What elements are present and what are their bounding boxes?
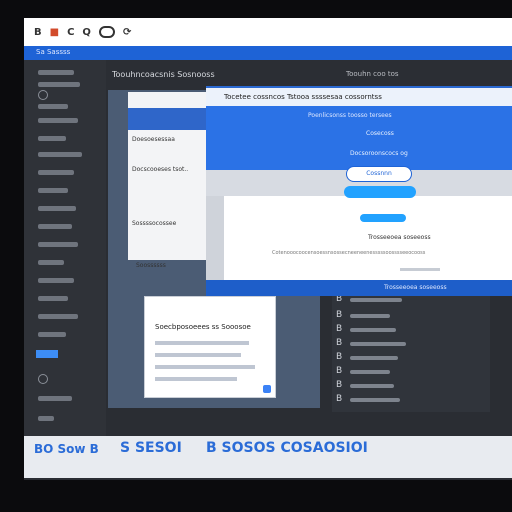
card-row-1: Doesoesessaa [132, 136, 175, 143]
nav-circle-icon[interactable] [38, 90, 48, 100]
list-item[interactable] [350, 342, 406, 346]
sidebar-item[interactable] [38, 136, 66, 141]
taskbar-right-text[interactable]: B SOSOS COSAOSIOI [206, 440, 368, 456]
sidebar-item[interactable] [38, 118, 78, 123]
dialog-body: Poenlicsonss toosso tersees Cosecoss Doc… [206, 106, 512, 170]
title-bar: Sa Sassss [24, 46, 512, 60]
refresh-icon[interactable]: ⟳ [123, 27, 131, 38]
list-item[interactable] [350, 356, 398, 360]
dialog-header: Tocetee cossncos Tstooa ssssesaa cossorn… [206, 88, 512, 106]
sidebar [24, 60, 106, 440]
sidebar-item[interactable] [38, 260, 64, 265]
list-item[interactable] [350, 298, 402, 302]
toggle-icon[interactable] [98, 26, 115, 38]
page-title: Toouhncoacsnis Sosnooss [112, 70, 215, 79]
list-item[interactable] [350, 398, 400, 402]
card-header [128, 108, 206, 130]
header-right-label: Toouhn coo tos [346, 70, 399, 78]
card-row-2: Docscooeses tsot.. [132, 166, 189, 173]
sidebar-item[interactable] [38, 416, 54, 421]
sidebar-item[interactable] [38, 70, 74, 75]
dialog-side [206, 196, 224, 280]
sidebar-item[interactable] [38, 242, 78, 247]
screen-bezel [0, 480, 512, 512]
taskbar: BO Sow B S SESOI B SOSOS COSAOSIOI [24, 436, 512, 478]
dialog-body-label: Trosseeoea soseeoss [368, 234, 431, 241]
list-item-marker: B [336, 324, 343, 334]
list-item-marker: B [336, 394, 343, 404]
dialog-body-line: Cotenooocoocensoessnsossecneeneenessssso… [272, 250, 426, 256]
list-item-marker: B [336, 338, 343, 348]
list-item[interactable] [350, 328, 396, 332]
dialog-line-2: Cosecoss [366, 130, 394, 137]
list-item[interactable] [350, 314, 390, 318]
browser-toolbar: B ■ C Q ⟳ [24, 18, 512, 46]
dialog-line-1: Poenlicsonss toosso tersees [308, 112, 392, 119]
sidebar-item[interactable] [38, 170, 74, 175]
sidebar-item[interactable] [38, 314, 78, 319]
taskbar-mid-text[interactable]: S SESOI [120, 440, 182, 456]
bubble-title: Soecbposoeees ss Sooosoe [155, 323, 251, 331]
sidebar-item[interactable] [38, 82, 80, 87]
send-icon[interactable] [263, 385, 271, 393]
sidebar-item[interactable] [38, 296, 68, 301]
toolbar-c-button[interactable]: C [67, 27, 74, 38]
sidebar-item[interactable] [38, 188, 68, 193]
list-item[interactable] [350, 384, 394, 388]
list-item-marker: B [336, 380, 343, 390]
sidebar-item[interactable] [38, 396, 72, 401]
sidebar-item[interactable] [38, 104, 68, 109]
card-row-4: Soossssss [136, 262, 166, 269]
tertiary-button[interactable] [360, 214, 406, 222]
sidebar-item-active[interactable] [36, 350, 58, 358]
sidebar-item[interactable] [38, 224, 72, 229]
dialog-title: Tocetee cossncos Tstooa ssssesaa cossorn… [224, 93, 382, 101]
dialog-footer: Trosseeoea soseeoss [206, 280, 512, 296]
dialog-footer-text: Trosseeoea soseeoss [384, 284, 447, 291]
taskbar-left-text[interactable]: BO Sow B [34, 442, 99, 456]
card-row-3: Sossssocossee [132, 220, 177, 227]
message-bubble: Soecbposoeees ss Sooosoe [144, 296, 276, 398]
secondary-button[interactable] [344, 186, 416, 198]
list-item[interactable] [350, 370, 390, 374]
sidebar-item[interactable] [38, 278, 74, 283]
toolbar-q-button[interactable]: Q [82, 27, 91, 38]
sidebar-item[interactable] [38, 206, 76, 211]
nav-circle-icon[interactable] [38, 374, 48, 384]
item-list: B B B B B B B B [332, 292, 490, 412]
sidebar-item[interactable] [38, 152, 82, 157]
toolbar-b-button[interactable]: B [34, 27, 42, 38]
primary-button[interactable]: Cossnnn [346, 166, 412, 182]
sidebar-header: Sa Sassss [36, 48, 71, 56]
list-item-marker: B [336, 366, 343, 376]
list-item-marker: B [336, 310, 343, 320]
sidebar-item[interactable] [38, 332, 66, 337]
dialog-content: Trosseeoea soseeoss Cotenooocoocensoessn… [224, 196, 512, 280]
list-item-marker: B [336, 352, 343, 362]
tab-icon[interactable]: ■ [50, 27, 59, 38]
dialog-line-3: Docsoroonscocs og [350, 150, 408, 157]
